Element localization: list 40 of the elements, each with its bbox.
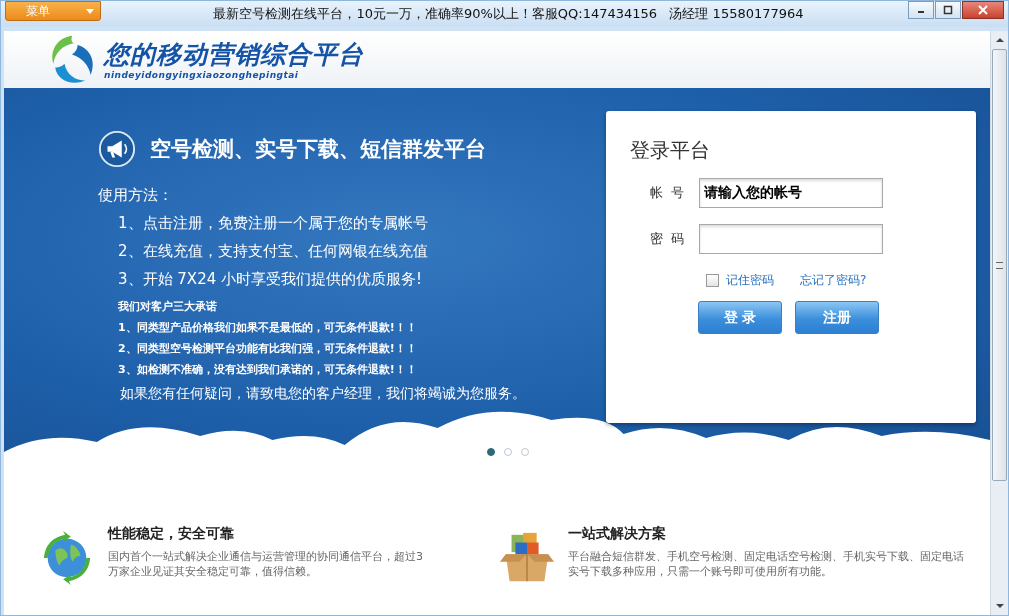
- megaphone-icon: [98, 130, 136, 168]
- usage-step: 1、点击注册，免费注册一个属于您的专属帐号: [118, 213, 526, 233]
- logo-title: 您的移动营销综合平台: [104, 39, 364, 70]
- feature-description: 平台融合短信群发、手机空号检测、固定电话空号检测、手机实号下载、固定电话实号下载多种应用，只需一个账号即可使用所有功能。: [568, 549, 965, 579]
- close-icon: [978, 5, 988, 15]
- feature-title: 一站式解决方案: [568, 525, 667, 543]
- logo-subtitle: nindeyidongyingxiaozonghepingtai: [104, 69, 300, 80]
- login-button[interactable]: 登 录: [698, 301, 782, 334]
- promise-title: 我们对客户三大承诺: [118, 299, 218, 314]
- window-title: 最新空号检测在线平台，10元一万，准确率90%以上！客服QQ:147434156 汤经理 15580177964: [212, 5, 805, 23]
- close-button[interactable]: [962, 1, 1004, 19]
- account-label: 帐 号: [649, 184, 686, 202]
- feature-description: 国内首个一站式解决企业通信与运营管理的协同通信平台，超过3万家企业见证其安全稳定可靠，值得信赖。: [108, 549, 424, 579]
- scroll-up-icon[interactable]: [994, 35, 1005, 45]
- usage-step: 3、开始 7X24 小时享受我们提供的优质服务!: [118, 269, 526, 289]
- promise-item: 3、如检测不准确，没有达到我们承诺的，可无条件退款!！！: [118, 362, 418, 377]
- caret-icon: [86, 8, 94, 14]
- remember-checkbox[interactable]: [706, 274, 719, 287]
- slide-dot[interactable]: [504, 448, 512, 456]
- usage-step: 2、在线充值，支持支付宝、任何网银在线充值: [118, 241, 526, 261]
- password-label: 密 码: [649, 230, 686, 248]
- scroll-down-icon[interactable]: [994, 601, 1005, 611]
- remember-label[interactable]: 记住密码: [726, 272, 774, 289]
- register-button[interactable]: 注册: [795, 301, 879, 334]
- promise-item: 1、同类型产品价格我们如果不是最低的，可无条件退款!！！: [118, 320, 418, 335]
- maximize-icon: [943, 5, 953, 15]
- closing-text: 如果您有任何疑问，请致电您的客户经理，我们将竭诚为您服务。: [120, 385, 526, 403]
- slide-dot[interactable]: [487, 448, 495, 456]
- minimize-button[interactable]: [908, 1, 934, 19]
- feature-title: 性能稳定，安全可靠: [108, 525, 235, 543]
- login-title: 登录平台: [630, 137, 711, 164]
- forgot-password-link[interactable]: 忘记了密码?: [800, 272, 867, 289]
- usage-title: 使用方法：: [98, 186, 174, 205]
- promise-item: 2、同类型空号检测平台功能有比我们强，可无条件退款!！！: [118, 341, 418, 356]
- account-field[interactable]: 请输入您的帐号: [699, 178, 883, 208]
- password-field[interactable]: [699, 224, 883, 254]
- banner-headline: 空号检测、实号下载、短信群发平台: [150, 136, 486, 163]
- maximize-button[interactable]: [935, 1, 961, 19]
- scrollbar[interactable]: [990, 31, 1008, 615]
- slide-dot[interactable]: [521, 448, 529, 456]
